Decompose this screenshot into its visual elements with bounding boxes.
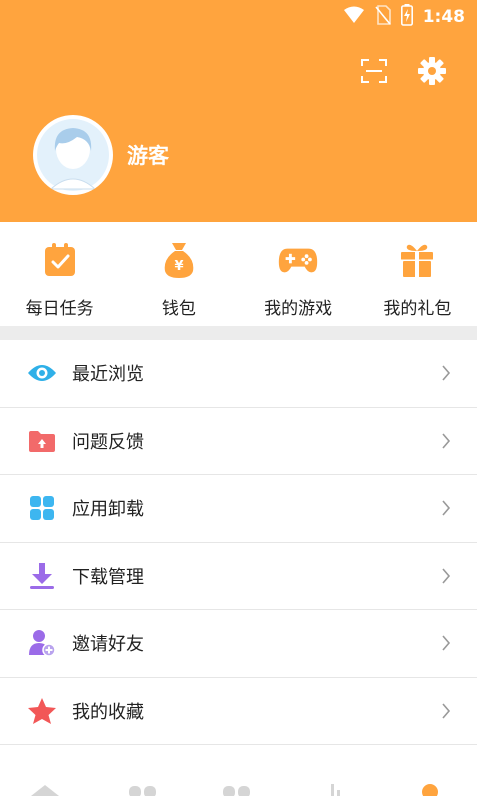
- daily-task-icon: [40, 240, 80, 280]
- star-icon: [27, 696, 57, 726]
- chevron-right-icon: [439, 566, 453, 586]
- invite-friend-icon: [27, 628, 57, 658]
- menu-item-app-uninstall[interactable]: 应用卸载: [0, 475, 477, 543]
- eye-icon: [27, 358, 57, 388]
- gear-icon[interactable]: [417, 56, 447, 86]
- home-tab-icon[interactable]: [30, 781, 60, 800]
- download-icon: [27, 561, 57, 591]
- quick-action-label: 钱包: [161, 299, 196, 319]
- quick-action-label: 每日任务: [25, 299, 94, 319]
- wallet-icon: ¥: [159, 240, 199, 280]
- battery-charging-icon: [400, 4, 413, 30]
- clock-time: 1:48: [422, 7, 465, 27]
- quick-action-my-gifts[interactable]: 我的礼包: [358, 222, 477, 326]
- gift-icon: [397, 240, 437, 280]
- wifi-icon: [343, 6, 365, 28]
- games-tab-icon[interactable]: [128, 781, 158, 800]
- ranking-tab-icon[interactable]: [328, 781, 348, 800]
- chevron-right-icon: [439, 701, 453, 721]
- menu-item-label: 问题反馈: [72, 431, 144, 453]
- menu-item-label: 邀请好友: [72, 634, 144, 656]
- bottom-tab-bar: [0, 778, 477, 800]
- menu-item-feedback[interactable]: 问题反馈: [0, 408, 477, 475]
- menu-item-my-favorites[interactable]: 我的收藏: [0, 678, 477, 745]
- svg-text:¥: ¥: [174, 259, 183, 274]
- quick-action-label: 我的礼包: [383, 299, 452, 319]
- menu-item-label: 下载管理: [72, 566, 144, 588]
- settings-menu: 最近浏览 问题反馈 应用卸载 下载管理 邀请好友 我的收藏: [0, 340, 477, 745]
- gamepad-icon: [278, 240, 318, 280]
- chevron-right-icon: [439, 498, 453, 518]
- apps-grid-icon: [27, 493, 57, 523]
- status-bar: 1:48: [0, 0, 477, 34]
- quick-action-my-games[interactable]: 我的游戏: [239, 222, 358, 326]
- quick-actions: 每日任务 ¥ 钱包 我的游戏 我的礼包: [0, 222, 477, 326]
- community-tab-icon[interactable]: [222, 781, 252, 800]
- mine-tab-icon[interactable]: [420, 781, 440, 800]
- menu-item-label: 最近浏览: [72, 364, 144, 386]
- menu-item-label: 我的收藏: [72, 701, 144, 723]
- quick-action-wallet[interactable]: ¥ 钱包: [119, 222, 238, 326]
- quick-action-daily-task[interactable]: 每日任务: [0, 222, 119, 326]
- menu-item-recent-browse[interactable]: 最近浏览: [0, 340, 477, 408]
- chevron-right-icon: [439, 363, 453, 383]
- feedback-folder-icon: [27, 426, 57, 456]
- section-divider: [0, 326, 477, 340]
- chevron-right-icon: [439, 431, 453, 451]
- user-profile[interactable]: 游客: [33, 115, 169, 195]
- quick-action-label: 我的游戏: [264, 299, 333, 319]
- no-sim-icon: [375, 5, 391, 29]
- menu-item-label: 应用卸载: [72, 499, 144, 521]
- chevron-right-icon: [439, 633, 453, 653]
- username: 游客: [127, 144, 169, 168]
- menu-item-download-manager[interactable]: 下载管理: [0, 543, 477, 610]
- header-actions: [359, 56, 447, 86]
- profile-header: 1:48 游客: [0, 0, 477, 222]
- avatar-icon[interactable]: [33, 115, 113, 195]
- menu-item-invite-friends[interactable]: 邀请好友: [0, 610, 477, 678]
- scan-icon[interactable]: [359, 56, 389, 86]
